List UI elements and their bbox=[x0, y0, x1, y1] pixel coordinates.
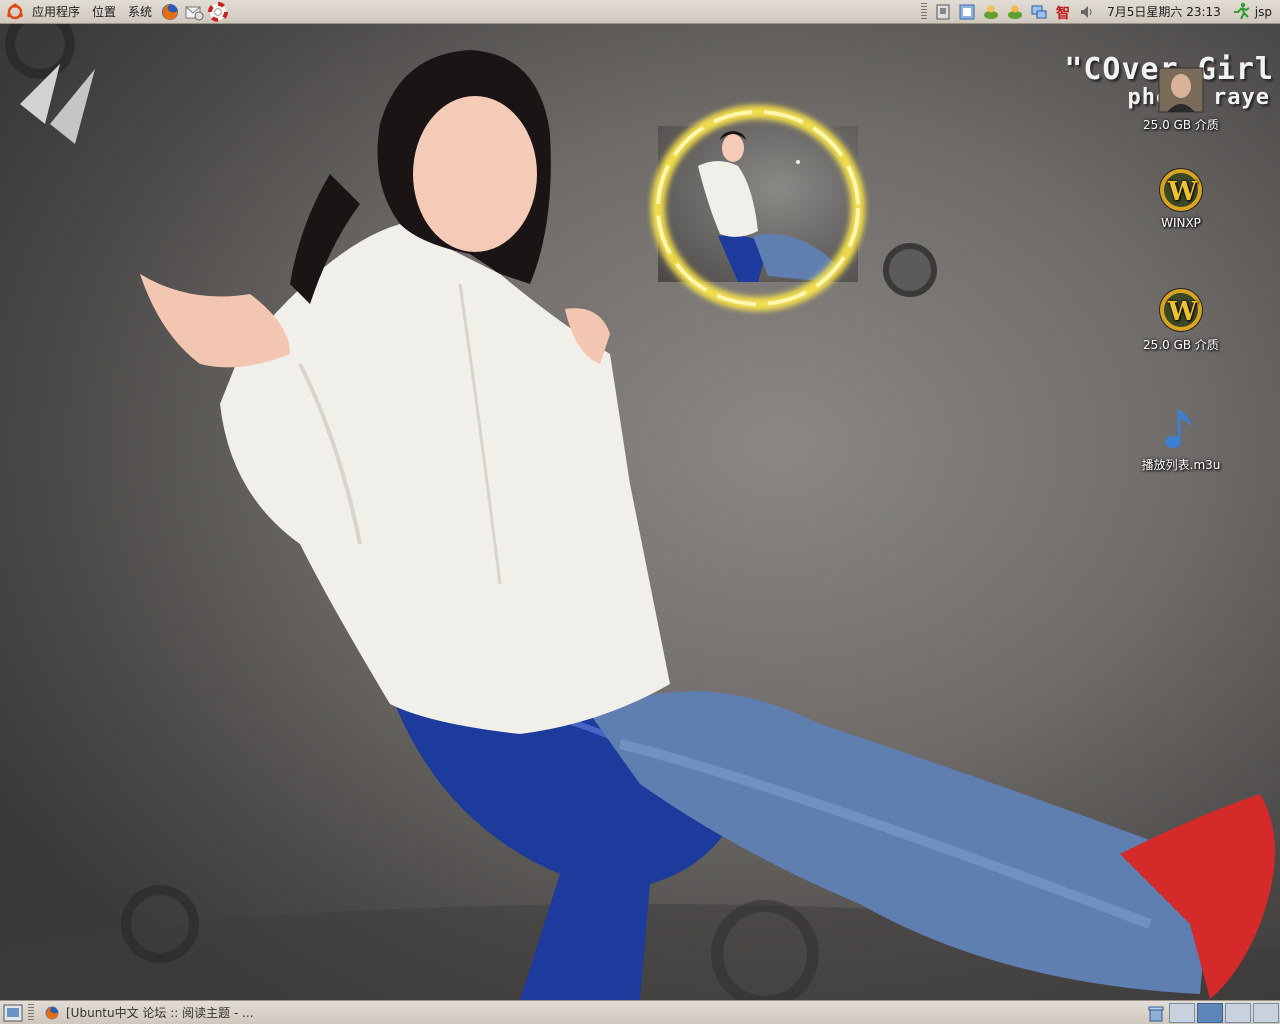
show-desktop-button[interactable] bbox=[2, 1003, 24, 1023]
bottom-panel: [Ubuntu中文 论坛 :: 阅读主题 - ... bbox=[0, 1000, 1280, 1024]
help-icon[interactable] bbox=[207, 1, 229, 23]
menu-system[interactable]: 系统 bbox=[122, 0, 158, 24]
volume-icon[interactable] bbox=[1077, 2, 1097, 22]
workspace-3[interactable] bbox=[1225, 1002, 1251, 1023]
desktop-icon-winxp[interactable]: W WINXP bbox=[1126, 166, 1236, 230]
system-tray: 智 7月5日星期六 23:13 jsp bbox=[917, 0, 1280, 24]
pidgin-status-icon[interactable] bbox=[1005, 2, 1025, 22]
taskbar-button-firefox[interactable]: [Ubuntu中文 论坛 :: 阅读主题 - ... bbox=[38, 1002, 280, 1024]
svg-text:W: W bbox=[1167, 297, 1198, 327]
workspace-2[interactable] bbox=[1197, 1002, 1223, 1023]
wow-drive-icon: W bbox=[1157, 286, 1205, 334]
username-label[interactable]: jsp bbox=[1253, 5, 1280, 19]
drive-photo-icon bbox=[1157, 66, 1205, 114]
top-panel: 应用程序 位置 系统 智 7月5日星期六 23:13 jsp bbox=[0, 0, 1280, 24]
svg-text:智: 智 bbox=[1055, 5, 1070, 21]
desktop-icon-label: 25.0 GB 介质 bbox=[1143, 118, 1219, 132]
menu-applications[interactable]: 应用程序 bbox=[26, 0, 86, 24]
panel-handle[interactable] bbox=[28, 1003, 34, 1022]
desktop-icon-label: 25.0 GB 介质 bbox=[1143, 338, 1219, 352]
desktop-icon-label: 播放列表.m3u bbox=[1141, 458, 1221, 472]
panel-handle[interactable] bbox=[921, 2, 928, 21]
svg-text:W: W bbox=[1167, 177, 1198, 207]
workspace-1[interactable] bbox=[1169, 1002, 1195, 1023]
music-note-icon bbox=[1157, 406, 1205, 454]
user-running-icon[interactable] bbox=[1231, 2, 1251, 22]
menu-places[interactable]: 位置 bbox=[86, 0, 122, 24]
window-preview-thumbnail[interactable] bbox=[640, 98, 880, 318]
desktop-icon-media-1[interactable]: 25.0 GB 介质 bbox=[1126, 66, 1236, 133]
network-icon[interactable] bbox=[1029, 2, 1049, 22]
trash-icon[interactable] bbox=[1146, 1003, 1166, 1023]
desktop-icon-media-2[interactable]: W 25.0 GB 介质 bbox=[1126, 286, 1236, 353]
drive-icon[interactable] bbox=[933, 2, 953, 22]
pidgin-icon[interactable] bbox=[981, 2, 1001, 22]
workspace-4[interactable] bbox=[1253, 1002, 1279, 1023]
ime-icon[interactable]: 智 bbox=[1053, 2, 1073, 22]
workspace-switcher bbox=[1144, 1001, 1280, 1024]
desktop-icon-playlist[interactable]: 播放列表.m3u bbox=[1126, 406, 1236, 473]
firefox-icon bbox=[44, 1005, 60, 1021]
network-manager-icon[interactable] bbox=[957, 2, 977, 22]
ubuntu-logo-icon[interactable] bbox=[6, 3, 24, 21]
glow-ring bbox=[651, 105, 865, 311]
firefox-icon[interactable] bbox=[159, 1, 181, 23]
taskbar-button-label: [Ubuntu中文 论坛 :: 阅读主题 - ... bbox=[66, 1006, 254, 1020]
wow-drive-icon: W bbox=[1157, 166, 1205, 214]
clock[interactable]: 7月5日星期六 23:13 bbox=[1099, 3, 1229, 20]
mail-icon[interactable] bbox=[183, 1, 205, 23]
desktop-icon-label: WINXP bbox=[1161, 216, 1201, 230]
